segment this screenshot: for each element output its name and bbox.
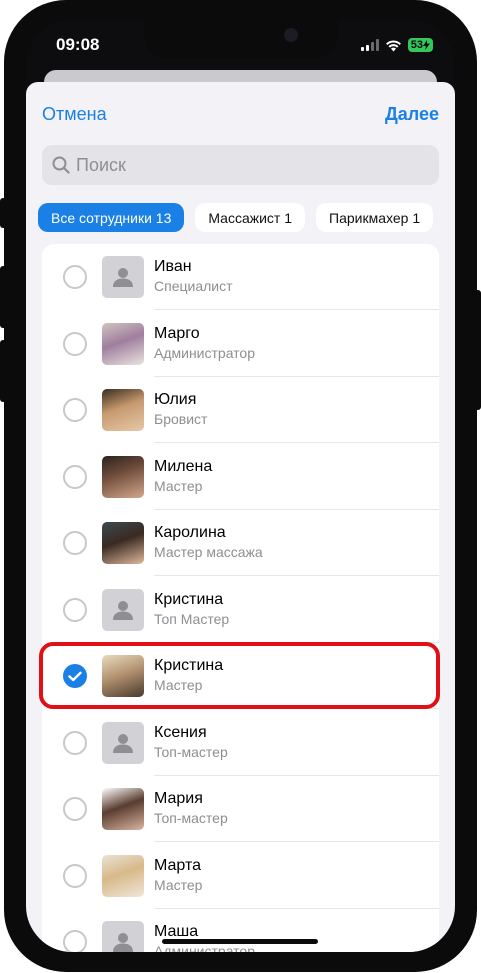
avatar-placeholder-icon [102,721,144,764]
filter-chip-hairdresser[interactable]: Парикмахер 1 [316,203,434,232]
staff-role: Бровист [154,411,208,427]
search-input[interactable]: Поиск [42,145,439,185]
side-button-right [475,290,481,410]
staff-photo [102,522,144,564]
staff-photo [102,854,144,897]
filter-chips: Все сотрудники 13 Массажист 1 Парикмахер… [38,203,434,232]
staff-picker-sheet: Отмена Далее Поиск Все сотрудники 13 Мас… [26,82,455,952]
staff-name: Мария [154,790,203,807]
filter-chip-masseur[interactable]: Массажист 1 [195,203,306,232]
side-button-left-1 [0,198,6,228]
side-button-left-2 [0,266,6,328]
camera-icon [284,28,298,42]
staff-row[interactable]: Иван Специалист [42,244,439,310]
home-indicator [162,939,318,944]
staff-name: Каролина [154,524,226,541]
staff-row[interactable]: Каролина Мастер массажа [42,510,439,576]
notch [144,20,338,58]
charging-bolt-icon [423,40,430,50]
staff-name: Милена [154,457,213,475]
select-radio[interactable] [63,797,87,821]
staff-row[interactable]: Кристина Топ Мастер [42,577,439,643]
staff-row[interactable]: Юлия Бровист [42,377,439,443]
staff-row[interactable]: Маша Администратор [42,909,439,952]
select-radio[interactable] [63,597,87,622]
select-radio[interactable] [63,464,87,489]
staff-row[interactable]: Милена Мастер [42,444,439,510]
staff-role: Специалист [154,278,233,294]
staff-name: Иван [154,258,192,275]
staff-role: Администратор [154,344,256,361]
select-radio[interactable] [63,265,87,289]
next-button[interactable]: Далее [385,104,439,125]
staff-role: Мастер массажа [154,544,263,560]
battery-icon: 53 [407,38,433,52]
staff-role: Мастер [154,477,203,494]
search-icon [52,156,70,174]
staff-name: Юлия [154,391,197,408]
filter-chip-all[interactable]: Все сотрудники 13 [38,203,185,232]
screen: 09:08 53 Отмена Далее Поиск Все сотрудни… [26,20,455,952]
select-radio[interactable] [63,331,87,356]
staff-name: Марго [154,324,200,342]
staff-role: Топ Мастер [154,610,230,627]
side-button-left-3 [0,340,6,402]
staff-name: Ксения [154,723,207,741]
staff-list: Иван Специалист Марго Администратор Юлия Бров… [42,244,439,952]
staff-row[interactable]: Марго Администратор [42,311,439,377]
staff-row[interactable]: Ксения Топ-мастер [42,710,439,776]
select-radio[interactable] [63,531,87,555]
signal-icon [360,39,379,51]
avatar-placeholder-icon [102,921,144,952]
wifi-icon [385,40,401,51]
staff-photo [102,788,144,830]
battery-level: 53 [410,39,423,51]
avatar-placeholder-icon [102,588,144,631]
select-radio[interactable] [63,930,87,952]
staff-name: Марта [154,856,201,874]
search-placeholder: Поиск [76,154,126,175]
staff-name: Кристина [154,590,224,608]
select-radio[interactable] [63,730,87,755]
select-radio[interactable] [63,398,87,422]
staff-photo [102,455,144,498]
staff-row[interactable]: Марта Мастер [42,843,439,909]
status-icons: 53 [360,38,433,52]
staff-photo [102,322,144,365]
staff-photo [102,389,144,431]
selection-highlight [39,642,440,709]
staff-role: Топ-мастер [154,810,228,826]
status-time: 09:08 [56,35,100,54]
staff-role: Администратор [154,943,256,952]
avatar-placeholder-icon [102,256,144,298]
staff-role: Топ-мастер [154,743,228,760]
select-radio[interactable] [63,863,87,888]
staff-role: Мастер [154,876,203,893]
cancel-button[interactable]: Отмена [42,104,107,125]
staff-row[interactable]: Мария Топ-мастер [42,776,439,842]
